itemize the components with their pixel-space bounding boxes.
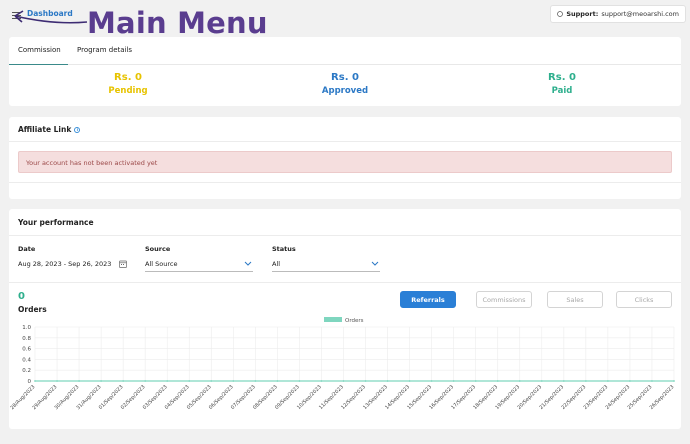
status-select-underline bbox=[272, 271, 380, 272]
y-tick-label: 0.8 bbox=[22, 336, 31, 342]
calendar-icon[interactable] bbox=[119, 260, 127, 268]
affiliate-link-title: Affiliate Link bbox=[18, 125, 72, 134]
date-label: Date bbox=[18, 245, 36, 253]
stat-paid: Rs. 0 Paid bbox=[492, 72, 632, 96]
top-bar: Dashboard Main Menu Support: support@meo… bbox=[0, 0, 690, 40]
data-point bbox=[584, 380, 587, 382]
affiliate-link-header: Affiliate Link i bbox=[18, 125, 81, 134]
annotation-arrow-icon bbox=[14, 10, 88, 24]
data-point bbox=[342, 380, 345, 382]
data-point bbox=[430, 380, 433, 382]
activation-alert: Your account has not been activated yet bbox=[18, 151, 672, 173]
annotation-title: Main Menu bbox=[87, 6, 268, 40]
legend-swatch bbox=[324, 317, 342, 322]
status-label: Status bbox=[272, 245, 296, 253]
source-label: Source bbox=[145, 245, 171, 253]
data-point bbox=[122, 380, 125, 382]
commissions-button[interactable]: Commissions bbox=[476, 291, 532, 308]
divider bbox=[9, 182, 681, 183]
info-icon[interactable]: i bbox=[74, 126, 81, 133]
data-point bbox=[144, 380, 147, 382]
legend-label: Orders bbox=[345, 318, 364, 324]
data-point bbox=[629, 380, 631, 382]
date-range-input[interactable]: Aug 28, 2023 - Sep 26, 2023 bbox=[18, 260, 111, 268]
data-point bbox=[188, 380, 191, 382]
data-point bbox=[56, 380, 58, 382]
stat-paid-amount: Rs. 0 bbox=[548, 72, 576, 83]
referrals-button[interactable]: Referrals bbox=[400, 291, 456, 308]
data-point bbox=[166, 380, 169, 382]
chevron-down-icon[interactable] bbox=[244, 261, 252, 266]
tab-commission[interactable]: Commission bbox=[18, 46, 61, 54]
source-select[interactable]: All Source bbox=[145, 260, 177, 268]
clicks-button[interactable]: Clicks bbox=[616, 291, 672, 308]
data-point bbox=[210, 380, 213, 382]
chevron-down-icon[interactable] bbox=[371, 261, 379, 266]
source-select-underline bbox=[145, 271, 253, 272]
tab-program-details[interactable]: Program details bbox=[77, 46, 132, 54]
stat-approved: Rs. 0 Approved bbox=[275, 72, 415, 96]
stat-pending-label: Pending bbox=[108, 86, 148, 96]
status-select[interactable]: All bbox=[272, 260, 280, 268]
data-point bbox=[496, 380, 499, 382]
commission-card: Commission Program details Rs. 0 Pending… bbox=[9, 37, 681, 106]
data-point bbox=[540, 380, 543, 382]
data-point bbox=[298, 380, 301, 382]
data-point bbox=[254, 380, 257, 382]
support-box: Support: support@meoarshi.com bbox=[550, 5, 686, 23]
data-point bbox=[320, 380, 323, 382]
stat-approved-amount: Rs. 0 bbox=[331, 72, 359, 83]
active-tab-indicator bbox=[9, 64, 68, 65]
data-point bbox=[452, 380, 455, 382]
sales-button[interactable]: Sales bbox=[547, 291, 603, 308]
data-point bbox=[673, 380, 675, 382]
data-point bbox=[518, 380, 521, 382]
y-tick-label: 0.6 bbox=[22, 347, 31, 353]
stat-approved-label: Approved bbox=[321, 86, 369, 96]
data-point bbox=[474, 380, 477, 382]
performance-title: Your performance bbox=[18, 218, 94, 227]
y-tick-label: 0.4 bbox=[22, 357, 31, 363]
affiliate-link-card: Affiliate Link i Your account has not be… bbox=[9, 117, 681, 199]
stat-pending-amount: Rs. 0 bbox=[114, 72, 142, 83]
divider bbox=[9, 235, 681, 236]
stat-paid-label: Paid bbox=[551, 86, 573, 96]
tab-bar: Commission Program details bbox=[9, 37, 681, 65]
data-point bbox=[364, 380, 367, 382]
support-label: Support: bbox=[566, 10, 599, 18]
support-email-link[interactable]: support@meoarshi.com bbox=[601, 10, 679, 18]
divider bbox=[9, 282, 681, 283]
data-point bbox=[562, 380, 565, 382]
stat-pending: Rs. 0 Pending bbox=[58, 72, 198, 96]
data-point bbox=[78, 380, 80, 382]
data-point bbox=[386, 380, 389, 382]
data-point bbox=[408, 380, 411, 382]
data-point bbox=[276, 380, 279, 382]
orders-chart: Orders1.00.80.60.40.2028/Aug/202329/Aug/… bbox=[9, 317, 675, 411]
metric-value: 0 bbox=[18, 291, 25, 302]
performance-card: Your performance Date Aug 28, 2023 - Sep… bbox=[9, 209, 681, 429]
help-icon bbox=[557, 11, 564, 17]
data-point bbox=[100, 380, 103, 382]
data-point bbox=[232, 380, 235, 382]
divider bbox=[9, 141, 681, 142]
data-point bbox=[34, 380, 36, 382]
data-point bbox=[651, 380, 653, 382]
y-tick-label: 1.0 bbox=[22, 325, 31, 331]
y-tick-label: 0.2 bbox=[22, 368, 31, 374]
data-point bbox=[606, 380, 609, 382]
